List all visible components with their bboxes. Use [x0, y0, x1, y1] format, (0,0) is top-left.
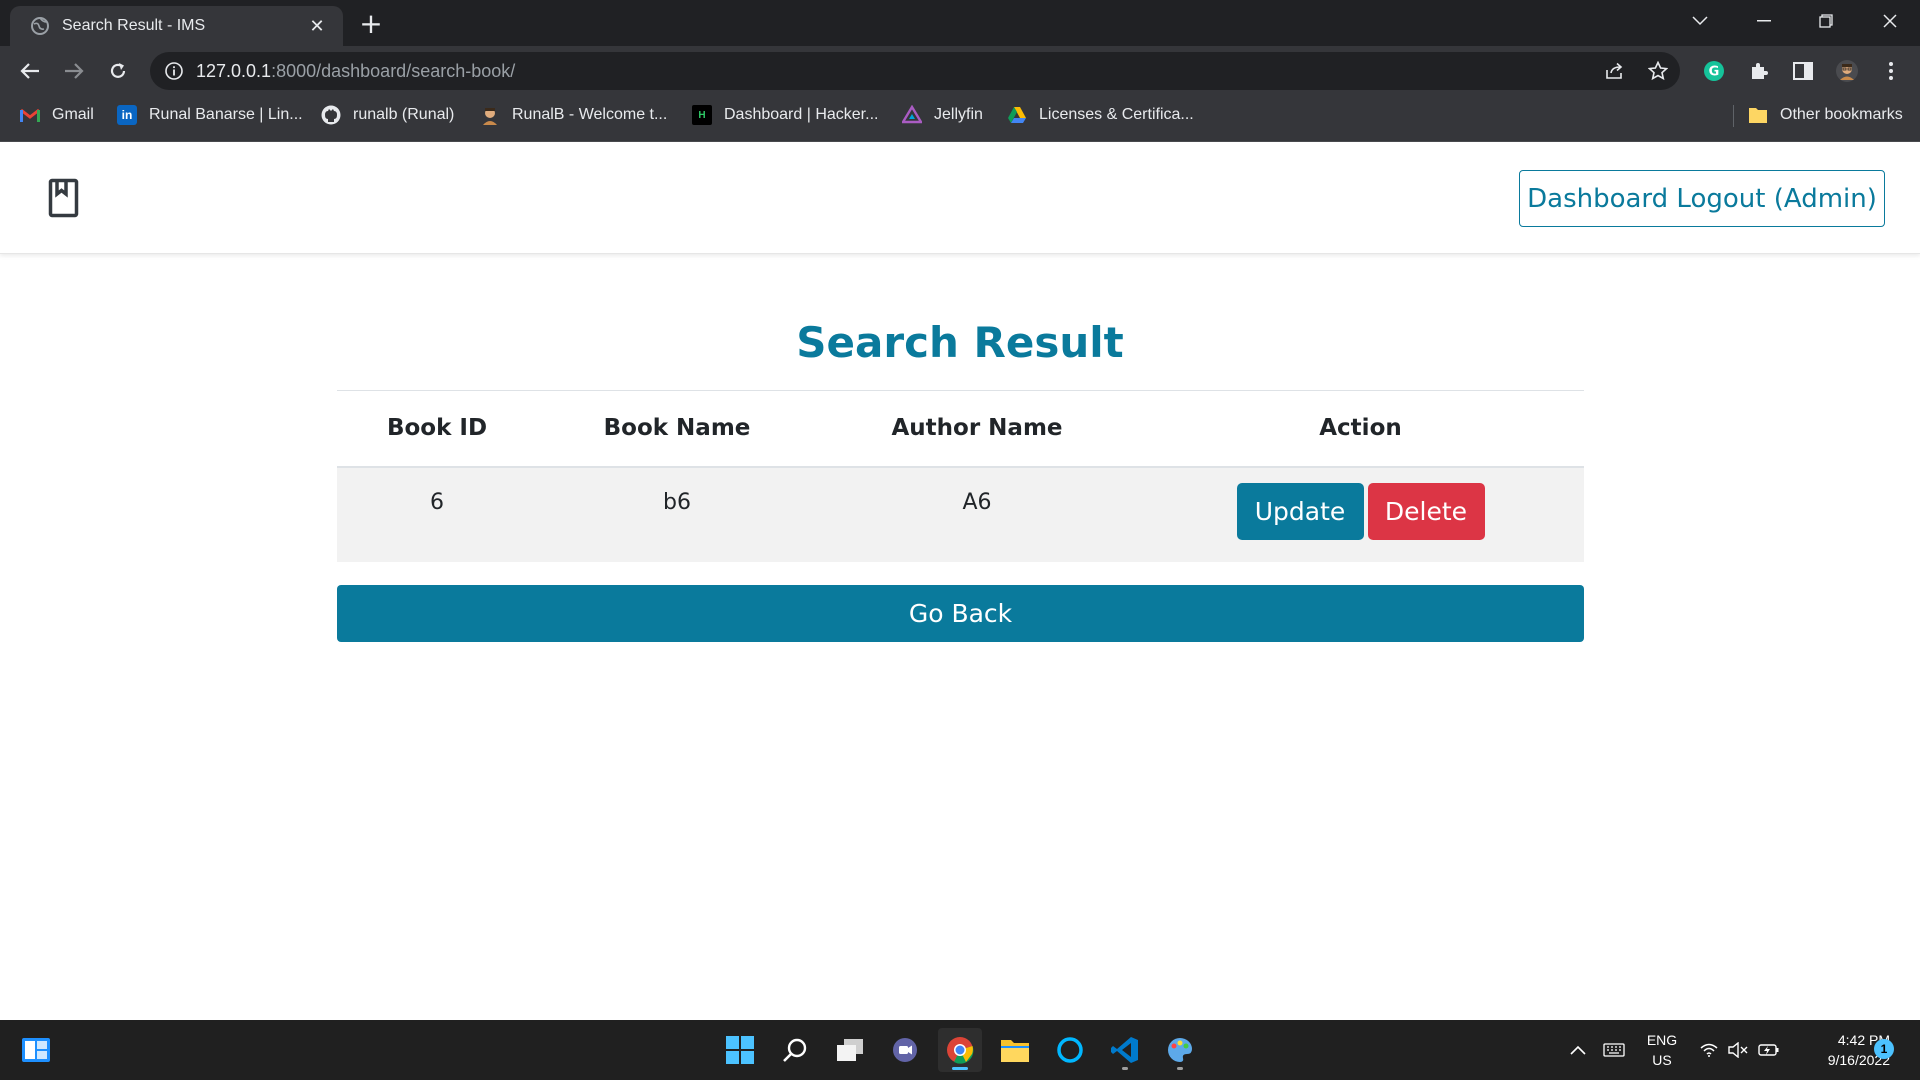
- app-header: Dashboard Logout (Admin): [0, 142, 1920, 254]
- chrome-menu-icon[interactable]: [1876, 56, 1906, 86]
- search-results-table: Book ID Book Name Author Name Action 6 b…: [337, 390, 1584, 562]
- notification-badge[interactable]: 1: [1874, 1039, 1894, 1059]
- share-icon[interactable]: [1600, 56, 1630, 86]
- bookmark-licenses[interactable]: Licenses & Certifica...: [1007, 96, 1194, 134]
- browser-tab[interactable]: Search Result - IMS ✕: [10, 6, 343, 46]
- address-bar[interactable]: 127.0.0.1:8000/dashboard/search-book/: [150, 52, 1680, 90]
- table-header-row: Book ID Book Name Author Name Action: [337, 390, 1584, 467]
- running-app-indicator: [1122, 1067, 1128, 1070]
- running-app-indicator: [1177, 1067, 1183, 1070]
- site-info-icon[interactable]: [164, 61, 184, 81]
- language-code: ENG: [1646, 1032, 1678, 1048]
- side-panel-icon[interactable]: [1788, 56, 1818, 86]
- globe-icon: [31, 17, 49, 35]
- dashboard-logout-button[interactable]: Dashboard Logout (Admin): [1519, 170, 1885, 227]
- cortana-icon[interactable]: [1048, 1028, 1092, 1072]
- url-host: 127.0.0.1: [196, 60, 272, 81]
- avatar-icon: [483, 108, 497, 125]
- page-title: Search Result: [796, 318, 1124, 367]
- task-view-icon[interactable]: [828, 1028, 872, 1072]
- gmail-icon: [20, 108, 40, 122]
- book-name-cell: b6: [663, 489, 691, 515]
- action-cell: Update Delete: [1137, 467, 1584, 562]
- bookmarks-divider: [1733, 105, 1734, 127]
- other-bookmarks-label: Other bookmarks: [1780, 106, 1903, 123]
- vscode-icon[interactable]: [1103, 1028, 1147, 1072]
- other-bookmarks[interactable]: Other bookmarks: [1748, 96, 1903, 134]
- windows-start-icon[interactable]: [718, 1028, 762, 1072]
- bookmarks-bar: Gmail in Runal Banarse | Lin... runalb (…: [0, 96, 1920, 142]
- battery-charging-icon[interactable]: [1758, 1020, 1780, 1080]
- column-header: Action: [1319, 415, 1402, 442]
- input-language-indicator[interactable]: ENG US: [1640, 1030, 1684, 1070]
- author-name-cell: A6: [962, 489, 992, 515]
- forward-icon[interactable]: [59, 56, 89, 86]
- extensions-icon[interactable]: [1744, 56, 1774, 86]
- close-window-icon[interactable]: [1870, 6, 1910, 36]
- bookmark-github[interactable]: runalb (Runal): [321, 96, 454, 134]
- google-drive-icon: [1008, 107, 1026, 123]
- bookmark-gmail[interactable]: Gmail: [20, 96, 94, 134]
- active-app-indicator: [952, 1067, 968, 1070]
- grammarly-icon[interactable]: G: [1699, 56, 1729, 86]
- column-header: Book Name: [603, 415, 751, 442]
- update-button[interactable]: Update: [1236, 482, 1364, 540]
- delete-button[interactable]: Delete: [1367, 482, 1485, 540]
- touch-keyboard-icon[interactable]: [1603, 1020, 1625, 1080]
- linkedin-icon: in: [117, 105, 137, 125]
- svg-text:G: G: [1709, 65, 1720, 80]
- tab-title: Search Result - IMS: [62, 17, 206, 34]
- bookmark-linkedin[interactable]: in Runal Banarse | Lin...: [117, 96, 303, 134]
- tab-search-icon[interactable]: [1680, 6, 1720, 36]
- bookmark-label: Runal Banarse | Lin...: [149, 106, 303, 123]
- table-row: 6 b6 A6 Update Delete: [337, 466, 1584, 562]
- teams-chat-icon[interactable]: [883, 1028, 927, 1072]
- bookmark-label: Gmail: [52, 106, 94, 123]
- back-icon[interactable]: [15, 56, 45, 86]
- column-header: Author Name: [891, 415, 1063, 442]
- column-header: Book ID: [386, 415, 488, 442]
- bookmark-label: RunalB - Welcome t...: [512, 106, 668, 123]
- browser-tabstrip: Search Result - IMS ✕ +: [0, 0, 1920, 46]
- reload-icon[interactable]: [103, 56, 133, 86]
- chrome-taskbar-icon[interactable]: [938, 1028, 982, 1072]
- bookmark-label: Jellyfin: [934, 106, 983, 123]
- bookmark-label: Dashboard | Hacker...: [724, 106, 879, 123]
- github-icon: [321, 105, 341, 125]
- restore-icon[interactable]: [1806, 6, 1846, 36]
- url-path: :8000/dashboard/search-book/: [271, 60, 516, 81]
- file-explorer-icon[interactable]: [993, 1028, 1037, 1072]
- bookmark-label: runalb (Runal): [353, 106, 455, 123]
- jellyfin-icon: [902, 105, 922, 124]
- show-hidden-icons[interactable]: [1570, 1020, 1586, 1080]
- tab-close-icon[interactable]: ✕: [307, 16, 327, 37]
- browser-toolbar: 127.0.0.1:8000/dashboard/search-book/ G: [0, 46, 1920, 96]
- volume-muted-icon[interactable]: [1728, 1020, 1748, 1080]
- minimize-icon[interactable]: [1744, 6, 1784, 36]
- widgets-icon[interactable]: [14, 1028, 58, 1072]
- book-logo-icon[interactable]: [48, 178, 82, 218]
- hackerrank-icon: H: [692, 105, 712, 125]
- region-code: US: [1652, 1052, 1672, 1068]
- url-text: 127.0.0.1:8000/dashboard/search-book/: [196, 61, 515, 82]
- bookmark-hackerrank[interactable]: H Dashboard | Hacker...: [692, 96, 878, 134]
- bookmark-runalb[interactable]: RunalB - Welcome t...: [480, 96, 667, 134]
- bookmark-jellyfin[interactable]: Jellyfin: [902, 96, 983, 134]
- taskbar: ENG US 4:42 PM 9/16/2022: [0, 1020, 1920, 1080]
- bookmark-label: Licenses & Certifica...: [1039, 106, 1194, 123]
- search-icon[interactable]: [773, 1028, 817, 1072]
- paint-icon[interactable]: [1158, 1028, 1202, 1072]
- profile-avatar-icon[interactable]: [1832, 56, 1862, 86]
- book-id-cell: 6: [430, 489, 444, 515]
- folder-icon: [1749, 108, 1767, 123]
- new-tab-icon[interactable]: +: [356, 10, 386, 40]
- wifi-icon[interactable]: [1700, 1020, 1718, 1080]
- bookmark-star-icon[interactable]: [1643, 56, 1673, 86]
- go-back-button[interactable]: Go Back: [337, 585, 1584, 642]
